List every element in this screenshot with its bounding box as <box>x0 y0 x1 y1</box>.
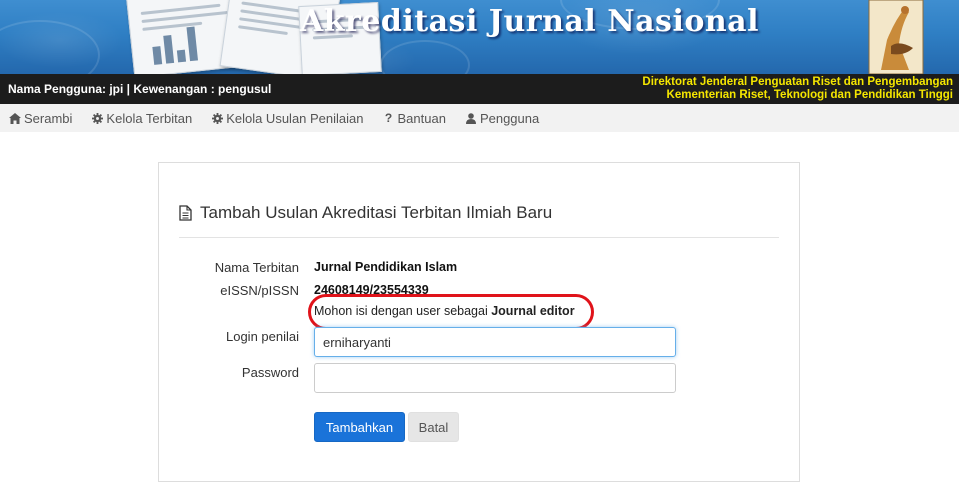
nav-item-label: Bantuan <box>397 110 446 126</box>
organization-line-1: Direktorat Jenderal Penguatan Riset dan … <box>642 76 953 88</box>
nav-item-kelola-usulan-penilaian[interactable]: Kelola Usulan Penilaian <box>211 110 364 126</box>
nama-terbitan-label: Nama Terbitan <box>214 260 299 275</box>
nav-item-pengguna[interactable]: Pengguna <box>465 111 539 126</box>
banner-title: Akreditasi Jurnal Nasional <box>299 4 759 39</box>
login-hint-text: Mohon isi dengan user sebagai <box>314 304 492 318</box>
gear-icon <box>91 112 103 124</box>
nav-item-label: Kelola Usulan Penilaian <box>226 110 364 126</box>
nav-item-kelola-terbitan[interactable]: Kelola Terbitan <box>91 111 192 126</box>
nav-item-label: Serambi <box>24 110 73 126</box>
user-icon <box>465 112 477 124</box>
user-info-text: Nama Pengguna: jpi | Kewenangan : pengus… <box>8 82 272 96</box>
header-banner: Akreditasi Jurnal Nasional <box>0 0 959 74</box>
nav-item-label: Kelola Terbitan <box>106 110 193 126</box>
login-hint-role: Journal editor <box>491 304 575 318</box>
page-title: Tambah Usulan Akreditasi Terbitan Ilmiah… <box>179 203 552 223</box>
question-icon: ? <box>384 111 393 125</box>
banner-swirl <box>0 20 100 74</box>
login-label: Login penilai <box>225 329 299 344</box>
organization-line-2: Kementerian Riset, Teknologi dan Pendidi… <box>666 89 953 101</box>
divider <box>179 237 779 238</box>
password-label: Password <box>241 365 299 380</box>
nav-item-serambi[interactable]: Serambi <box>9 111 72 126</box>
user-info-bar: Nama Pengguna: jpi | Kewenangan : pengus… <box>0 74 959 104</box>
tambahkan-button[interactable]: Tambahkan <box>314 412 405 442</box>
batal-button[interactable]: Batal <box>408 412 459 442</box>
nama-terbitan-value: Jurnal Pendidikan Islam <box>314 260 458 274</box>
emblem-icon <box>868 0 924 74</box>
document-icon <box>179 205 192 221</box>
page-title-text: Tambah Usulan Akreditasi Terbitan Ilmiah… <box>200 203 553 222</box>
home-icon <box>9 112 21 124</box>
issn-label: eISSN/pISSN <box>220 283 299 298</box>
login-penilai-input[interactable] <box>314 327 676 357</box>
organization-name: Direktorat Jenderal Penguatan Riset dan … <box>642 76 953 102</box>
login-hint: Mohon isi dengan user sebagai Journal ed… <box>314 304 575 318</box>
nav-item-label: Pengguna <box>479 110 540 126</box>
password-input[interactable] <box>314 363 676 393</box>
main-nav: Serambi Kelola Terbitan Kelola Usulan Pe… <box>0 104 959 132</box>
gear-icon <box>211 112 223 124</box>
nav-item-bantuan[interactable]: ? Bantuan <box>383 111 446 126</box>
form-panel: Tambah Usulan Akreditasi Terbitan Ilmiah… <box>158 162 800 482</box>
banner-swirl <box>380 40 470 74</box>
